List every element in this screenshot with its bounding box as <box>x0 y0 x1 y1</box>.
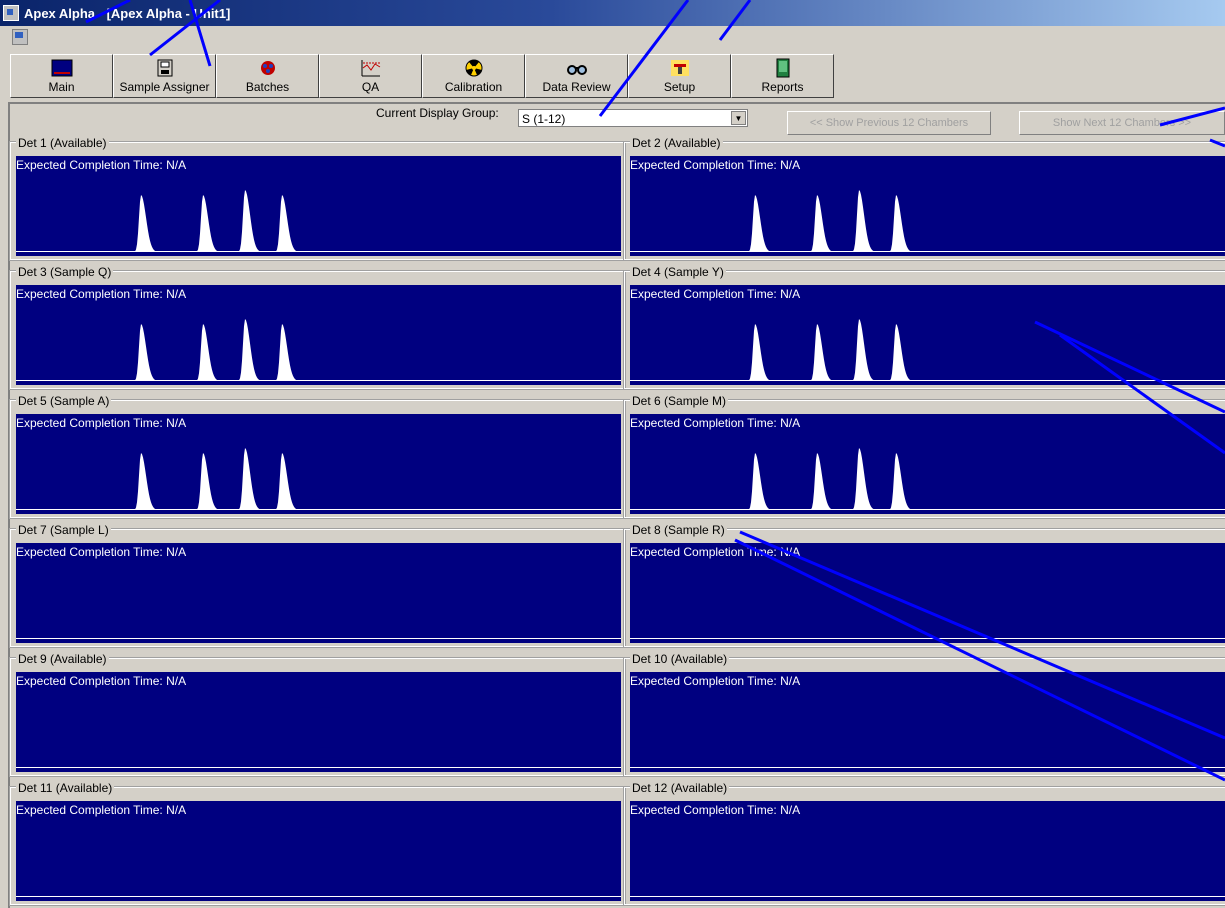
chevron-down-icon[interactable]: ▼ <box>731 111 746 125</box>
spectrum-trace <box>116 448 306 510</box>
data-review-label: Data Review <box>542 80 611 94</box>
completion-time: Expected Completion Time: N/A <box>630 674 801 688</box>
detector-label: Det 3 (Sample Q) <box>16 265 114 279</box>
spectrum-peaks <box>116 190 306 252</box>
show-previous-chambers-button[interactable]: << Show Previous 12 Chambers <box>787 111 991 135</box>
reports-button[interactable]: Reports <box>731 54 834 98</box>
reports-icon <box>772 58 794 78</box>
spectrum-trace <box>730 448 920 510</box>
spectrum-plot: Expected Completion Time: N/A <box>630 285 1225 385</box>
spectrum-peaks <box>730 448 920 510</box>
spectrum-plot: Expected Completion Time: N/A <box>16 285 621 385</box>
spectrum-peaks <box>116 319 306 381</box>
batches-button[interactable]: Batches <box>216 54 319 98</box>
data-review-icon <box>566 58 588 78</box>
setup-button[interactable]: Setup <box>628 54 731 98</box>
display-group-value: S (1-12) <box>522 112 566 126</box>
spectrum-plot: Expected Completion Time: N/A <box>16 543 621 643</box>
data-review-button[interactable]: Data Review <box>525 54 628 98</box>
batches-icon <box>257 58 279 78</box>
spectrum-plot: Expected Completion Time: N/A <box>630 414 1225 514</box>
detector-label: Det 1 (Available) <box>16 136 109 150</box>
calibration-button[interactable]: Calibration <box>422 54 525 98</box>
app-icon <box>3 5 19 21</box>
spectrum-plot: Expected Completion Time: N/A <box>630 156 1225 256</box>
qa-button[interactable]: QA <box>319 54 422 98</box>
qa-icon <box>360 58 382 78</box>
completion-time: Expected Completion Time: N/A <box>16 674 187 688</box>
spectrum-plot: Expected Completion Time: N/A <box>630 801 1225 901</box>
detector-label: Det 5 (Sample A) <box>16 394 112 408</box>
completion-time: Expected Completion Time: N/A <box>630 803 801 817</box>
completion-time: Expected Completion Time: N/A <box>630 545 801 559</box>
qa-label: QA <box>361 80 380 94</box>
reports-label: Reports <box>761 80 804 94</box>
title-bar: Apex Alpha - [Apex Alpha - Unit1] <box>0 0 1225 26</box>
display-group-label: Current Display Group: <box>376 106 499 120</box>
detector-label: Det 12 (Available) <box>630 781 730 795</box>
detector-label: Det 9 (Available) <box>16 652 109 666</box>
sample-assigner-label: Sample Assigner <box>119 80 210 94</box>
document-menu-icon[interactable] <box>12 29 28 45</box>
spectrum-trace <box>116 190 306 252</box>
spectrum-plot: Expected Completion Time: N/A <box>16 156 621 256</box>
spectrum-trace <box>730 319 920 381</box>
show-next-chambers-button[interactable]: Show Next 12 Chambers >> <box>1019 111 1225 135</box>
spectrum-plot: Expected Completion Time: N/A <box>16 672 621 772</box>
spectrum-trace <box>730 190 920 252</box>
spectrum-peaks <box>730 190 920 252</box>
spectrum-plot: Expected Completion Time: N/A <box>16 801 621 901</box>
spectrum-peaks <box>730 319 920 381</box>
completion-time: Expected Completion Time: N/A <box>16 545 187 559</box>
main-toolbar: Main Sample Assigner Batches QA Calibrat… <box>10 54 834 100</box>
main-button[interactable]: Main <box>10 54 113 98</box>
main-icon <box>51 58 73 78</box>
calibration-icon <box>463 58 485 78</box>
detector-label: Det 10 (Available) <box>630 652 730 666</box>
detector-label: Det 2 (Available) <box>630 136 723 150</box>
main-label: Main <box>48 80 75 94</box>
sample-assigner-icon <box>154 58 176 78</box>
sample-assigner-button[interactable]: Sample Assigner <box>113 54 216 98</box>
window-title: Apex Alpha - [Apex Alpha - Unit1] <box>24 5 231 21</box>
setup-label: Setup <box>663 80 696 94</box>
calibration-label: Calibration <box>444 80 503 94</box>
detector-label: Det 11 (Available) <box>16 781 115 795</box>
menu-bar <box>0 26 1225 48</box>
spectrum-peaks <box>116 448 306 510</box>
batches-label: Batches <box>245 80 290 94</box>
completion-time: Expected Completion Time: N/A <box>16 803 187 817</box>
detector-label: Det 7 (Sample L) <box>16 523 111 537</box>
spectrum-plot: Expected Completion Time: N/A <box>630 543 1225 643</box>
detector-label: Det 4 (Sample Y) <box>630 265 726 279</box>
detector-label: Det 6 (Sample M) <box>630 394 729 408</box>
setup-icon <box>669 58 691 78</box>
spectrum-plot: Expected Completion Time: N/A <box>16 414 621 514</box>
detector-label: Det 8 (Sample R) <box>630 523 727 537</box>
spectrum-trace <box>116 319 306 381</box>
spectrum-plot: Expected Completion Time: N/A <box>630 672 1225 772</box>
display-group-select[interactable]: S (1-12) ▼ <box>518 109 748 127</box>
